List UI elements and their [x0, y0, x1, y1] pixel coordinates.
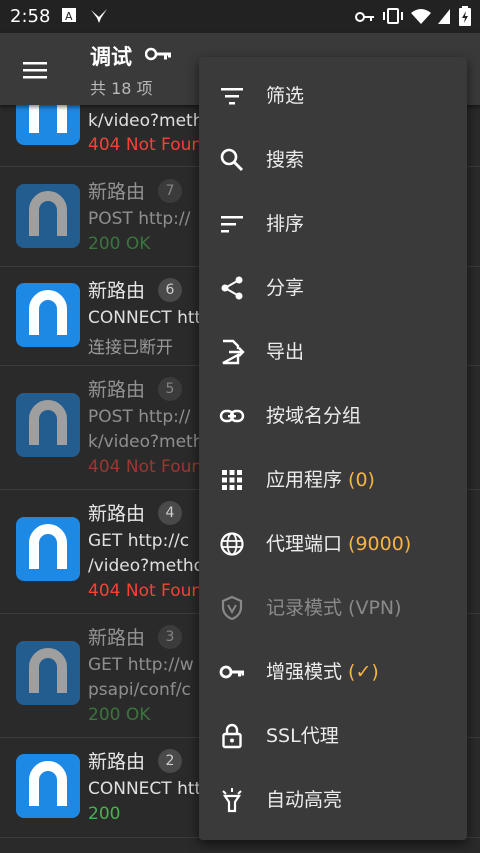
response-status: 连接已断开	[88, 338, 173, 358]
response-status: 200 OK	[88, 705, 151, 725]
menu-item-label: 记录模式 (VPN)	[266, 597, 402, 619]
status-time: 2:58	[10, 6, 51, 27]
menu-item-highlight-lamp[interactable]: 自动高亮	[199, 767, 467, 831]
app-name: 新路由	[88, 751, 146, 773]
app-icon	[16, 184, 80, 248]
sort-icon	[219, 211, 245, 237]
menu-item-filter[interactable]: 筛选	[199, 63, 467, 127]
wifi-icon	[411, 9, 431, 24]
notification-a-icon: A	[62, 8, 76, 22]
overflow-menu: 筛选 搜索 排序 分享 导出 按域名分组 应用程序 (0) 代理端口 (9000…	[199, 57, 467, 840]
menu-item-export[interactable]: 导出	[199, 319, 467, 383]
vpn-key-icon	[355, 12, 374, 22]
apps-grid-icon	[219, 467, 245, 493]
menu-item-link[interactable]: 按域名分组	[199, 383, 467, 447]
response-status: 200 OK	[88, 234, 151, 254]
vpn-shield-icon	[219, 595, 245, 621]
request-method-url: GET http://w	[88, 655, 194, 675]
vibrate-icon	[383, 8, 403, 24]
app-name: 新路由	[88, 379, 146, 401]
request-url: k/video?meth	[88, 111, 204, 131]
menu-item-key[interactable]: 增强模式 (✓)	[199, 639, 467, 703]
app-icon	[16, 393, 80, 457]
request-method-url: POST http://	[88, 407, 191, 427]
response-status: 404 Not Foun	[88, 581, 203, 601]
menu-item-label: 代理端口 (9000)	[266, 533, 412, 555]
request-index-badge: 4	[158, 501, 182, 525]
app-icon	[16, 517, 80, 581]
menu-item-globe[interactable]: 代理端口 (9000)	[199, 511, 467, 575]
request-method-url: CONNECT htt	[88, 308, 202, 328]
menu-item-label: 筛选	[266, 85, 305, 107]
menu-item-vpn-shield: 记录模式 (VPN)	[199, 575, 467, 639]
highlight-lamp-icon	[219, 787, 245, 813]
request-method-url: CONNECT htt	[88, 779, 202, 799]
link-icon	[219, 403, 245, 429]
request-index-badge: 6	[158, 278, 182, 302]
app-icon	[16, 105, 80, 145]
menu-hamburger-icon[interactable]	[20, 55, 50, 85]
app-name: 新路由	[88, 181, 146, 203]
app-icon	[16, 754, 80, 818]
globe-icon	[219, 531, 245, 557]
menu-item-value: (9000)	[348, 533, 412, 555]
key-icon	[145, 47, 171, 61]
menu-item-sort[interactable]: 排序	[199, 191, 467, 255]
response-status: 200	[88, 804, 121, 824]
menu-item-value: (✓)	[348, 661, 379, 683]
menu-item-label: 自动高亮	[266, 789, 343, 811]
menu-item-apps-grid[interactable]: 应用程序 (0)	[199, 447, 467, 511]
app-icon	[16, 641, 80, 705]
share-icon	[219, 275, 245, 301]
status-bar: 2:58 A	[0, 0, 480, 33]
request-method-url: GET http://c	[88, 531, 190, 551]
menu-item-lock[interactable]: SSL代理	[199, 703, 467, 767]
search-icon	[219, 147, 245, 173]
menu-item-share[interactable]: 分享	[199, 255, 467, 319]
key-icon	[219, 659, 245, 685]
menu-item-label: 应用程序 (0)	[266, 469, 375, 491]
menu-item-label: 排序	[266, 213, 305, 235]
menu-item-label: 增强模式 (✓)	[266, 661, 379, 683]
app-name: 新路由	[88, 503, 146, 525]
request-url: /video?metho	[88, 556, 205, 576]
response-status: 404 Not Foun	[88, 457, 203, 477]
filter-icon	[219, 83, 245, 109]
item-count: 共 18 项	[90, 79, 153, 98]
request-method-url: POST http://	[88, 209, 191, 229]
menu-item-value: (VPN)	[348, 597, 402, 619]
app-name: 新路由	[88, 280, 146, 302]
svg-text:A: A	[65, 10, 73, 22]
request-index-badge: 2	[158, 749, 182, 773]
battery-icon	[459, 6, 471, 26]
menu-item-value: (0)	[348, 469, 375, 491]
response-status: 404 Not Foun	[88, 135, 203, 155]
notification-bird-icon	[91, 9, 107, 23]
lock-icon	[219, 723, 245, 749]
signal-icon	[438, 9, 450, 24]
app-icon	[16, 283, 80, 347]
app-name: 新路由	[88, 627, 146, 649]
export-icon	[219, 339, 245, 365]
menu-item-label: 按域名分组	[266, 405, 362, 427]
menu-item-label: 分享	[266, 277, 305, 299]
request-url: k/video?meth	[88, 432, 204, 452]
menu-item-label: 导出	[266, 341, 305, 363]
request-url: psapi/conf/c	[88, 680, 191, 700]
menu-item-label: 搜索	[266, 149, 305, 171]
menu-item-search[interactable]: 搜索	[199, 127, 467, 191]
request-index-badge: 5	[158, 377, 182, 401]
page-title: 调试	[90, 45, 132, 69]
request-index-badge: 3	[158, 625, 182, 649]
request-index-badge: 7	[158, 179, 182, 203]
menu-item-label: SSL代理	[266, 725, 339, 747]
